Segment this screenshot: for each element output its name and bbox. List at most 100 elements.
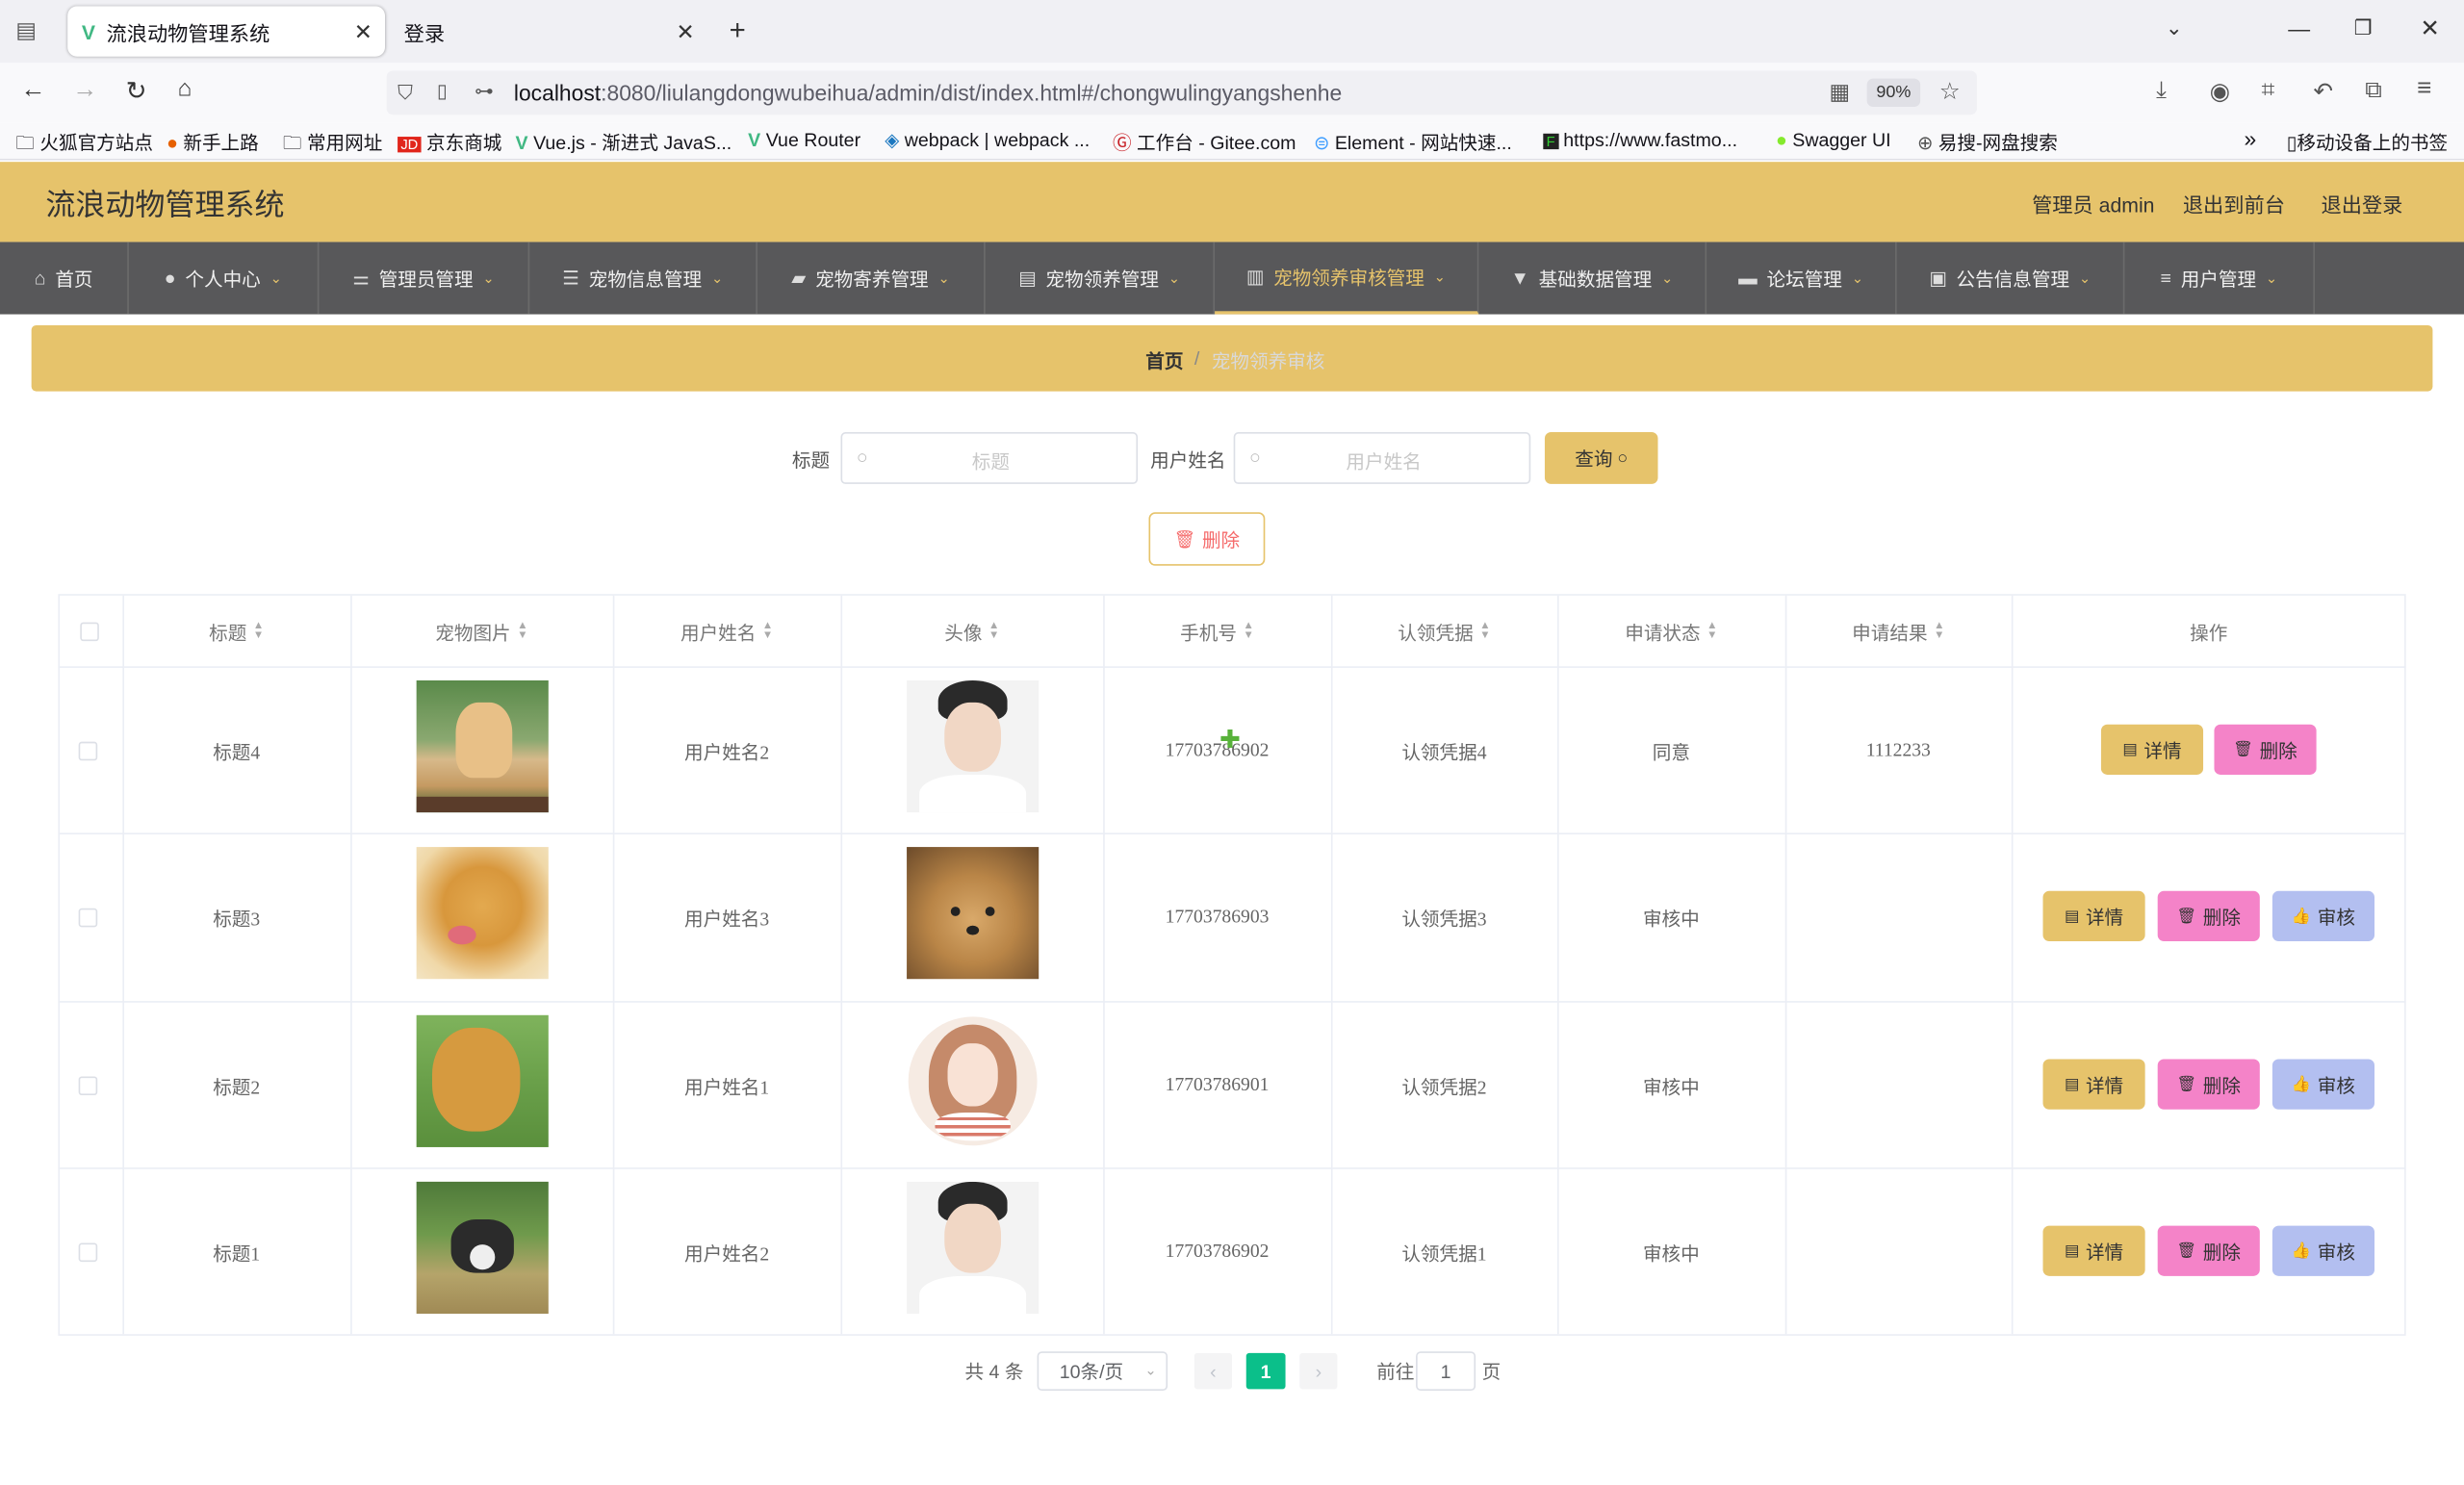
qr-code-icon[interactable]: ▦ (1829, 79, 1850, 106)
bulk-delete-button[interactable]: 🗑 删除 (1148, 512, 1266, 566)
logout-link[interactable]: 退出登录 (2321, 189, 2402, 218)
page-number-current[interactable]: 1 (1245, 1352, 1286, 1390)
sort-icon[interactable]: ▲ ▼ (253, 621, 264, 641)
app-menu-icon[interactable]: ≡ (2417, 75, 2431, 103)
nav-basic-data[interactable]: ▼ 基础数据管理 ⌄ (1478, 242, 1707, 315)
bookmark-item[interactable]: ● Swagger UI (1776, 129, 1891, 151)
nav-pet-foster[interactable]: ▰ 宠物寄养管理 ⌄ (757, 242, 986, 315)
sort-icon[interactable]: ▲ ▼ (1244, 621, 1254, 641)
nav-announcements[interactable]: ▣ 公告信息管理 ⌄ (1897, 242, 2125, 315)
delete-button[interactable]: 🗑 删除 (2157, 1059, 2260, 1110)
pet-image[interactable] (416, 1014, 549, 1147)
name-search-input[interactable]: ○ 用户姓名 (1233, 432, 1531, 484)
col-header-title[interactable]: 标题 ▲ ▼ (122, 597, 350, 666)
row-checkbox[interactable] (78, 1076, 98, 1096)
page-size-select[interactable]: 10条/页 ⌄ (1037, 1351, 1168, 1392)
undo-icon[interactable]: ↶ (2313, 77, 2333, 106)
downloads-icon[interactable]: ⤓ (2156, 77, 2167, 104)
delete-button[interactable]: 🗑 删除 (2157, 1225, 2260, 1276)
breadcrumb-home[interactable]: 首页 (1145, 347, 1183, 374)
back-icon[interactable]: ← (20, 77, 45, 105)
row-checkbox[interactable] (78, 908, 98, 928)
avatar-image[interactable] (907, 1014, 1040, 1147)
pet-image[interactable] (416, 1181, 549, 1315)
sort-icon[interactable]: ▲ ▼ (1934, 621, 1944, 641)
col-header-avatar[interactable]: 头像 ▲ ▼ (840, 597, 1103, 666)
col-header-result[interactable]: 申请结果 ▲ ▼ (1785, 597, 2012, 666)
col-header-pet-image[interactable]: 宠物图片 ▲ ▼ (350, 597, 613, 666)
bookmark-item[interactable]: V Vue Router (748, 129, 860, 151)
bookmark-item[interactable]: ⊕ 易搜-网盘搜索 (1917, 129, 2058, 156)
detail-button[interactable]: ▤ 详情 (2100, 724, 2204, 775)
prev-page-button[interactable]: ‹ (1194, 1352, 1233, 1390)
restore-icon[interactable]: ❐ (2354, 15, 2373, 40)
permissions-icon[interactable]: ⊶ (475, 80, 494, 102)
query-button[interactable]: 查询 ○ (1544, 432, 1658, 484)
avatar-image[interactable] (907, 1181, 1040, 1315)
row-checkbox[interactable] (78, 741, 98, 761)
tab-list-icon[interactable]: ▤ (15, 17, 37, 44)
delete-button[interactable]: 🗑 删除 (2214, 724, 2317, 775)
pet-image[interactable] (416, 847, 549, 980)
select-all-checkbox[interactable] (80, 622, 99, 642)
title-search-input[interactable]: ○ 标题 (840, 432, 1139, 484)
tab-login[interactable]: 登录 ✕ (390, 7, 707, 57)
detail-button[interactable]: ▤ 详情 (2042, 1225, 2145, 1276)
screenshot-icon[interactable]: ⌗ (2261, 77, 2274, 104)
new-tab-icon[interactable]: + (730, 14, 746, 47)
sort-icon[interactable]: ▲ ▼ (988, 621, 999, 641)
bookmark-item[interactable]: JD 京东商城 (398, 129, 501, 156)
nav-user-management[interactable]: ≡ 用户管理 ⌄ (2124, 242, 2315, 315)
minimize-icon[interactable]: — (2288, 15, 2310, 40)
nav-home[interactable]: ⌂ 首页 (0, 242, 129, 315)
delete-button[interactable]: 🗑 删除 (2157, 890, 2260, 942)
sort-icon[interactable]: ▲ ▼ (762, 621, 773, 641)
review-button[interactable]: 👍 审核 (2272, 1059, 2375, 1110)
bookmark-star-icon[interactable]: ☆ (1939, 77, 1961, 106)
nav-admin-management[interactable]: ⚌ 管理员管理 ⌄ (319, 242, 530, 315)
next-page-button[interactable]: › (1299, 1352, 1338, 1390)
detail-button[interactable]: ▤ 详情 (2042, 890, 2145, 942)
account-icon[interactable]: ◉ (2210, 77, 2230, 106)
shield-icon[interactable]: ⛉ (398, 80, 413, 105)
bookmark-item[interactable]: Ⓖ 工作台 - Gitee.com (1113, 129, 1296, 156)
exit-to-front-link[interactable]: 退出到前台 (2183, 189, 2285, 218)
bookmark-item[interactable]: V Vue.js - 渐进式 JavaS... (516, 129, 732, 156)
col-header-user-name[interactable]: 用户姓名 ▲ ▼ (613, 597, 841, 666)
url-bar[interactable]: ⛉ ▯ ⊶ localhost:8080/liulangdongwubeihua… (386, 70, 1977, 115)
list-all-tabs-icon[interactable]: ⌄ (2166, 15, 2183, 40)
bookmark-item[interactable]: ◈ webpack | webpack ... (885, 129, 1090, 151)
row-checkbox[interactable] (78, 1242, 98, 1263)
close-tab-icon[interactable]: ✕ (354, 18, 372, 45)
bookmarks-overflow-icon[interactable]: » (2244, 126, 2256, 151)
close-window-icon[interactable]: ✕ (2420, 14, 2440, 42)
bookmark-item[interactable]: 🗀 火狐官方站点 (15, 129, 153, 162)
nav-adoption-review[interactable]: ▥ 宠物领养审核管理 ⌄ (1215, 242, 1479, 315)
review-button[interactable]: 👍 审核 (2272, 1225, 2375, 1276)
avatar-image[interactable] (907, 847, 1040, 980)
col-header-proof[interactable]: 认领凭据 ▲ ▼ (1331, 597, 1557, 666)
sort-icon[interactable]: ▲ ▼ (1707, 621, 1717, 641)
col-header-phone[interactable]: 手机号 ▲ ▼ (1103, 597, 1331, 666)
bookmark-item[interactable]: ⊜ Element - 网站快速... (1314, 129, 1512, 156)
nav-personal-center[interactable]: ● 个人中心 ⌄ (129, 242, 320, 315)
nav-pet-adoption[interactable]: ▤ 宠物领养管理 ⌄ (986, 242, 1216, 315)
sort-icon[interactable]: ▲ ▼ (1479, 621, 1490, 641)
col-header-status[interactable]: 申请状态 ▲ ▼ (1557, 597, 1785, 666)
forward-icon[interactable]: → (72, 77, 97, 105)
goto-page-input[interactable]: 1 (1416, 1351, 1476, 1392)
nav-pet-info[interactable]: ☰ 宠物信息管理 ⌄ (529, 242, 757, 315)
review-button[interactable]: 👍 审核 (2272, 890, 2375, 942)
close-tab-icon[interactable]: ✕ (676, 18, 694, 45)
nav-forum[interactable]: ▬ 论坛管理 ⌄ (1707, 242, 1897, 315)
sort-icon[interactable]: ▲ ▼ (517, 621, 527, 641)
tab-active[interactable]: V 流浪动物管理系统 ✕ (67, 6, 386, 57)
url-text[interactable]: localhost:8080/liulangdongwubeihua/admin… (514, 80, 1342, 105)
extensions-icon[interactable]: ⧉ (2365, 77, 2382, 104)
bookmark-item[interactable]: 🗀 常用网址 (283, 129, 382, 162)
mobile-bookmarks[interactable]: ▯移动设备上的书签 (2287, 129, 2449, 156)
avatar-image[interactable] (907, 680, 1040, 813)
pet-image[interactable] (416, 680, 549, 813)
bookmark-item[interactable]: ● 新手上路 (167, 129, 259, 156)
bookmark-item[interactable]: F https://www.fastmo... (1543, 129, 1737, 151)
